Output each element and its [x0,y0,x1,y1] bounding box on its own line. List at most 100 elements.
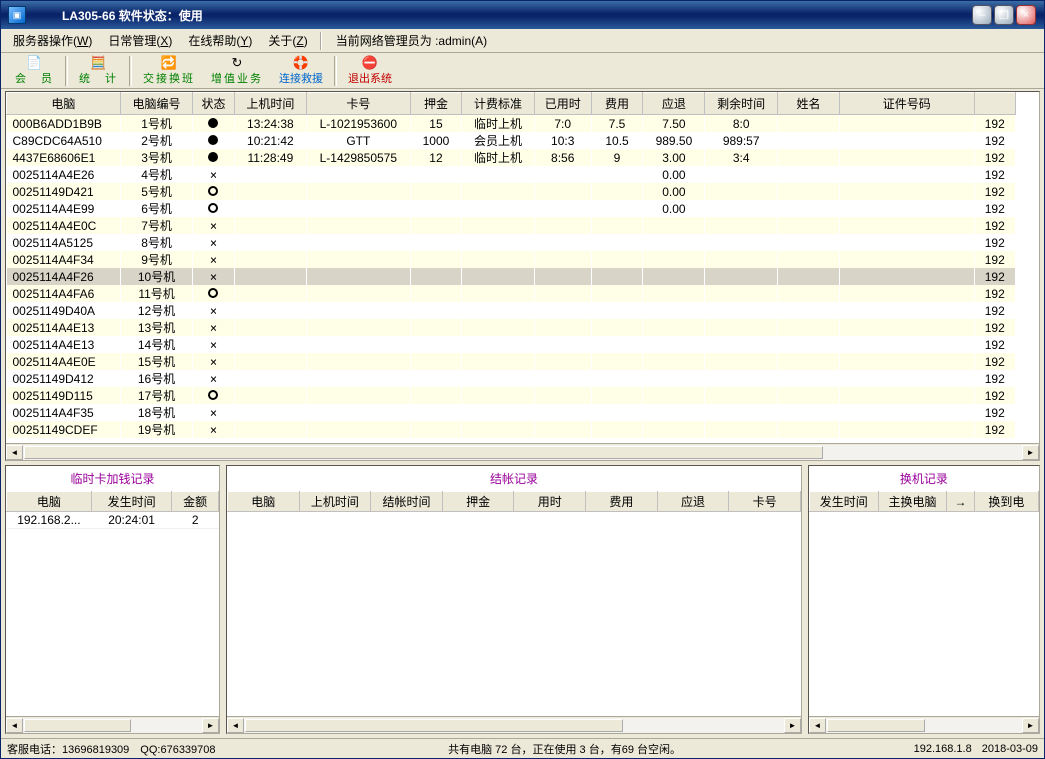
table-cell: 192 [974,132,1015,149]
table-cell [777,319,839,336]
close-button[interactable]: × [1016,5,1036,25]
table-row[interactable]: 0025114A4E996号机0.00192 [7,200,1016,217]
column-header[interactable]: 金额 [172,492,219,512]
column-header[interactable]: 电脑编号 [120,93,192,115]
toolbar-rescue-button[interactable]: 🛟 连接救援 [271,55,331,87]
column-header[interactable]: 发生时间 [91,492,172,512]
column-header[interactable]: 应退 [657,492,729,512]
table-row[interactable]: 0025114A4E264号机×0.00192 [7,166,1016,183]
table-row[interactable]: 000B6ADD1B9B1号机13:24:38L-102195360015临时上… [7,115,1016,133]
column-header[interactable]: 换到电 [974,492,1038,512]
horizontal-scrollbar[interactable]: ◄ ► [6,443,1039,460]
column-header[interactable]: 押金 [410,93,462,115]
column-header[interactable]: 电脑 [7,93,121,115]
statusbar: 客服电话：13696819309 QQ:676339708 共有电脑 72 台，… [1,738,1044,758]
table-cell [643,336,705,353]
table-row[interactable]: 00251149CDEF19号机×192 [7,421,1016,438]
table-row[interactable]: C89CDC64A5102号机10:21:42GTT1000会员上机10:310… [7,132,1016,149]
switch-scrollbar[interactable]: ◄ ► [809,716,1039,733]
column-header[interactable]: 卡号 [729,492,801,512]
toolbar-shift-button[interactable]: 🔁 交接换班 [135,55,203,87]
scroll-right-button[interactable]: ► [1022,718,1039,733]
column-header[interactable]: → [947,492,974,512]
table-row[interactable]: 0025114A51258号机×192 [7,234,1016,251]
table-cell: 00251149D40A [7,302,121,319]
scroll-right-button[interactable]: ► [202,718,219,733]
table-row[interactable]: 00251149D11517号机192 [7,387,1016,404]
settle-scrollbar[interactable]: ◄ ► [227,716,801,733]
restore-button[interactable]: ❐ [994,5,1014,25]
table-cell [307,234,410,251]
status-circle-icon [208,390,218,400]
toolbar-stats-button[interactable]: 🧮 统 计 [71,55,126,87]
table-cell [462,166,534,183]
column-header[interactable]: 卡号 [307,93,410,115]
table-row[interactable]: 0025114A4E0C7号机×192 [7,217,1016,234]
menu-about[interactable]: 关于(Z) [262,30,313,51]
table-row[interactable]: 4437E68606E13号机11:28:49L-142985057512临时上… [7,149,1016,166]
menu-server-ops[interactable]: 服务器操作(W) [7,30,98,51]
menu-daily-mgmt[interactable]: 日常管理(X) [102,30,178,51]
column-header[interactable]: 费用 [591,93,643,115]
scroll-left-button[interactable]: ◄ [6,718,23,733]
menu-admin-label[interactable]: 当前网络管理员为 :admin(A) [330,30,493,51]
column-header[interactable]: 姓名 [777,93,839,115]
scroll-thumb[interactable] [24,446,823,459]
minimize-button[interactable]: – [972,5,992,25]
table-cell [462,268,534,285]
column-header[interactable]: 上机时间 [234,93,306,115]
toolbar-exit-button[interactable]: ⛔ 退出系统 [340,55,400,87]
column-header[interactable]: 发生时间 [809,492,878,512]
column-header[interactable]: 费用 [586,492,658,512]
table-cell [534,404,591,421]
column-header[interactable]: 应退 [643,93,705,115]
table-cell [591,353,643,370]
column-header[interactable] [974,93,1015,115]
table-cell [777,336,839,353]
main-table-scroll[interactable]: 电脑电脑编号状态上机时间卡号押金计费标准已用时费用应退剩余时间姓名证件号码 00… [6,92,1039,444]
scroll-right-button[interactable]: ► [1022,445,1039,460]
table-row[interactable]: 00251149D4215号机0.00192 [7,183,1016,200]
table-cell [839,370,974,387]
table-row[interactable]: 0025114A4F3518号机×192 [7,404,1016,421]
table-cell: 192 [974,149,1015,166]
scroll-right-button[interactable]: ► [784,718,801,733]
column-header[interactable]: 用时 [514,492,586,512]
column-header[interactable]: 已用时 [534,93,591,115]
table-row[interactable]: 00251149D40A12号机×192 [7,302,1016,319]
table-row[interactable]: 0025114A4E1314号机×192 [7,336,1016,353]
app-icon: ▣ [8,6,26,24]
scroll-left-button[interactable]: ◄ [809,718,826,733]
column-header[interactable]: 上机时间 [299,492,371,512]
table-row[interactable]: 0025114A4FA611号机192 [7,285,1016,302]
column-header[interactable]: 状态 [193,93,234,115]
table-cell: 0025114A4E13 [7,319,121,336]
table-row[interactable]: 0025114A4F349号机×192 [7,251,1016,268]
column-header[interactable]: 剩余时间 [705,93,777,115]
table-cell [643,302,705,319]
temp-scrollbar[interactable]: ◄ ► [6,716,219,733]
table-row[interactable]: 0025114A4E0E15号机×192 [7,353,1016,370]
column-header[interactable]: 证件号码 [839,93,974,115]
column-header[interactable]: 电脑 [7,492,92,512]
column-header[interactable]: 押金 [442,492,514,512]
column-header[interactable]: 计费标准 [462,93,534,115]
table-row[interactable]: 00251149D41216号机×192 [7,370,1016,387]
scroll-left-button[interactable]: ◄ [227,718,244,733]
table-cell [777,387,839,404]
table-row[interactable]: 192.168.2...20:24:012 [7,512,219,529]
column-header[interactable]: 电脑 [228,492,300,512]
table-cell [643,370,705,387]
table-row[interactable]: 0025114A4E1313号机×192 [7,319,1016,336]
column-header[interactable]: 结帐时间 [371,492,443,512]
toolbar-valueadd-button[interactable]: ↻ 增值业务 [203,55,271,87]
table-row[interactable]: 0025114A4F2610号机×192 [7,268,1016,285]
table-cell [777,302,839,319]
column-header[interactable]: 主换电脑 [878,492,947,512]
scroll-track[interactable] [23,445,1022,460]
scroll-left-button[interactable]: ◄ [6,445,23,460]
table-cell [534,285,591,302]
table-cell [839,404,974,421]
toolbar-member-button[interactable]: 📄 会 员 [7,55,62,87]
menu-online-help[interactable]: 在线帮助(Y) [182,30,258,51]
